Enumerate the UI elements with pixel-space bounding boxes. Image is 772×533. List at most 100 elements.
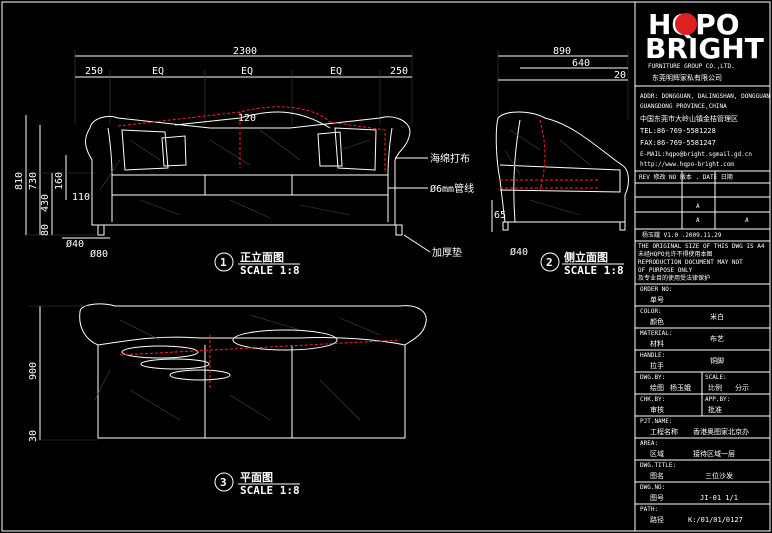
field-dwgno: DWG.NO: 图号 JI-01 1/1 bbox=[635, 484, 770, 505]
front-height-80: 80 bbox=[40, 224, 51, 236]
plan-edge-dim: 30 bbox=[28, 430, 39, 442]
field-label: CHK.BY: bbox=[640, 396, 665, 403]
front-height-160: 160 bbox=[54, 172, 65, 190]
logo-line2: BRIGHT bbox=[645, 32, 764, 65]
plan-depth-dim: 900 bbox=[28, 362, 39, 380]
field-label: DWG.TITLE: bbox=[640, 462, 676, 469]
side-label-num: 2 bbox=[546, 256, 553, 269]
field-label-cn: 拉手 bbox=[650, 361, 664, 370]
side-view: 890 640 20 65 Ø40 2 侧立面图 SCALE 1:8 bbox=[491, 46, 629, 277]
notice-5: 及专业目的使用受法律保护 bbox=[638, 274, 710, 282]
plan-view: 900 30 3 平面图 SCALE 1:8 bbox=[28, 303, 427, 497]
front-callout-120: 120 bbox=[238, 113, 256, 124]
side-overall-dim: 890 bbox=[553, 46, 571, 57]
field-value: 杨玉娥 bbox=[670, 383, 691, 392]
field-label: PATH: bbox=[640, 506, 658, 513]
side-label-title: 侧立面图 bbox=[564, 250, 608, 264]
field-label-cn: 审核 bbox=[650, 405, 664, 414]
field-label-cn-2: 批准 bbox=[708, 405, 722, 414]
revision-header: REV 修改 NO 版本 . DATE 日期 bbox=[639, 173, 733, 181]
field-order: ORDER NO: 单号 bbox=[635, 286, 770, 307]
front-seg-1: 250 bbox=[85, 66, 103, 77]
field-value: K:/01/01/0127 bbox=[688, 516, 743, 524]
front-view: 2300 250 EQ EQ EQ 250 810 730 430 160 11… bbox=[14, 46, 474, 277]
field-material: MATERIAL: 材料 布艺 bbox=[635, 330, 770, 351]
field-value: 香港奥图家北京办 bbox=[693, 427, 749, 436]
field-label-cn: 颜色 bbox=[650, 317, 664, 326]
cad-drawing: 2300 250 EQ EQ EQ 250 810 730 430 160 11… bbox=[1, 1, 771, 532]
side-height-dim: 65 bbox=[494, 210, 506, 221]
revision-signer: 杨玉娥 V1.0 .2009.11.29 bbox=[642, 231, 722, 239]
field-path: PATH: 路径 K:/01/01/0127 bbox=[640, 506, 743, 524]
plan-label-title: 平面图 bbox=[240, 471, 273, 484]
field-label: DWG.NO: bbox=[640, 484, 665, 491]
field-value: 三位沙发 bbox=[705, 471, 733, 480]
revision-row-4: A bbox=[745, 217, 749, 224]
side-offset-dim: 20 bbox=[614, 70, 626, 81]
front-callout-pipe: Ø6mm管线 bbox=[430, 182, 474, 195]
front-seg-3: EQ bbox=[241, 66, 253, 77]
company-addr-cn: 中国东莞市大岭山镇金桔管理区 bbox=[640, 114, 738, 123]
side-inner-dim: 640 bbox=[572, 58, 590, 69]
field-value: 铜脚 bbox=[710, 356, 724, 365]
field-value-2: 分示 bbox=[735, 383, 749, 392]
field-label-cn: 路径 bbox=[650, 515, 664, 524]
field-label: ORDER NO: bbox=[640, 286, 673, 293]
field-value: 米白 bbox=[710, 312, 724, 321]
field-label-cn: 图号 bbox=[650, 494, 664, 502]
company-email: E-MAIL:hqpo@bright.sgmail.gd.cn bbox=[640, 151, 752, 158]
front-seg-5: 250 bbox=[390, 66, 408, 77]
field-label-2: APP.BY: bbox=[705, 396, 730, 403]
logo-cn: 东莞明辉家私有限公司 bbox=[652, 73, 722, 82]
company-addr-en2: GUANGDONG PROVINCE,CHINA bbox=[640, 103, 727, 110]
field-label: MATERIAL: bbox=[640, 330, 673, 337]
plan-label-num: 3 bbox=[220, 476, 227, 489]
front-height-810: 810 bbox=[14, 172, 25, 190]
field-value: 布艺 bbox=[710, 334, 724, 343]
field-project: PJT.NAME: 工程名称 香港奥图家北京办 bbox=[635, 418, 770, 439]
front-label-scale: SCALE 1:8 bbox=[240, 264, 300, 277]
company-tel: TEL:86-769-5581228 bbox=[640, 127, 716, 135]
revision-row-2: A bbox=[696, 203, 700, 210]
field-label-cn: 图名 bbox=[650, 471, 664, 480]
side-label-scale: SCALE 1:8 bbox=[564, 264, 624, 277]
field-label: DWG.BY: bbox=[640, 374, 665, 381]
front-seg-4: EQ bbox=[330, 66, 342, 77]
field-label-cn: 单号 bbox=[650, 295, 664, 304]
title-block: HQPO BRIGHT FURNITURE GROUP CO.,LTD. 东莞明… bbox=[635, 8, 770, 524]
front-seg-2: EQ bbox=[152, 66, 164, 77]
field-label-cn: 材料 bbox=[650, 339, 664, 348]
field-label-cn: 区域 bbox=[650, 449, 664, 458]
front-height-430: 430 bbox=[40, 194, 51, 212]
field-title: DWG.TITLE: 图名 三位沙发 bbox=[635, 462, 770, 483]
side-leg-dim: Ø40 bbox=[510, 246, 528, 258]
front-leg-dia-1: Ø40 bbox=[66, 238, 84, 250]
notice-1: THE ORIGINAL SIZE OF THIS DWG IS A4 bbox=[638, 243, 765, 250]
field-area: AREA: 区域 接待区域一层 bbox=[635, 440, 770, 461]
front-callout-pad: 加厚垫 bbox=[432, 246, 462, 259]
field-label: COLOR: bbox=[640, 308, 662, 315]
field-label-2: SCALE: bbox=[705, 374, 727, 381]
notice-4: OF PURPOSE ONLY bbox=[638, 267, 693, 274]
front-overall-dim: 2300 bbox=[233, 46, 257, 57]
field-handle: HANDLE: 拉手 铜脚 bbox=[635, 352, 770, 373]
field-label-cn-2: 比例 bbox=[708, 383, 722, 392]
field-value: 接待区域一层 bbox=[693, 449, 735, 458]
field-label-cn: 绘图 bbox=[650, 383, 664, 392]
company-fax: FAX:86-769-5581247 bbox=[640, 139, 716, 147]
company-addr-en1: ADDR: DONGGUAN, DALINGSHAN, DONGGUAN bbox=[640, 93, 770, 100]
front-height-730: 730 bbox=[28, 172, 39, 190]
front-leg-dia-2: Ø80 bbox=[90, 248, 108, 260]
field-color: COLOR: 颜色 米白 bbox=[635, 308, 770, 329]
field-label-cn: 工程名称 bbox=[650, 427, 678, 436]
notice-2: 未经HQPO允许不得使用本图 bbox=[638, 250, 712, 258]
logo-line3: FURNITURE GROUP CO.,LTD. bbox=[648, 63, 735, 70]
revision-row-3: A bbox=[696, 217, 700, 224]
front-label-title: 正立面图 bbox=[240, 250, 284, 264]
field-label: PJT.NAME: bbox=[640, 418, 673, 425]
front-height-110: 110 bbox=[72, 192, 90, 203]
field-label: AREA: bbox=[640, 440, 658, 447]
company-web: http://www.hqpo-bright.com bbox=[640, 161, 734, 168]
plan-label-scale: SCALE 1:8 bbox=[240, 484, 300, 497]
front-callout-fabric: 海绵打布 bbox=[430, 152, 470, 165]
